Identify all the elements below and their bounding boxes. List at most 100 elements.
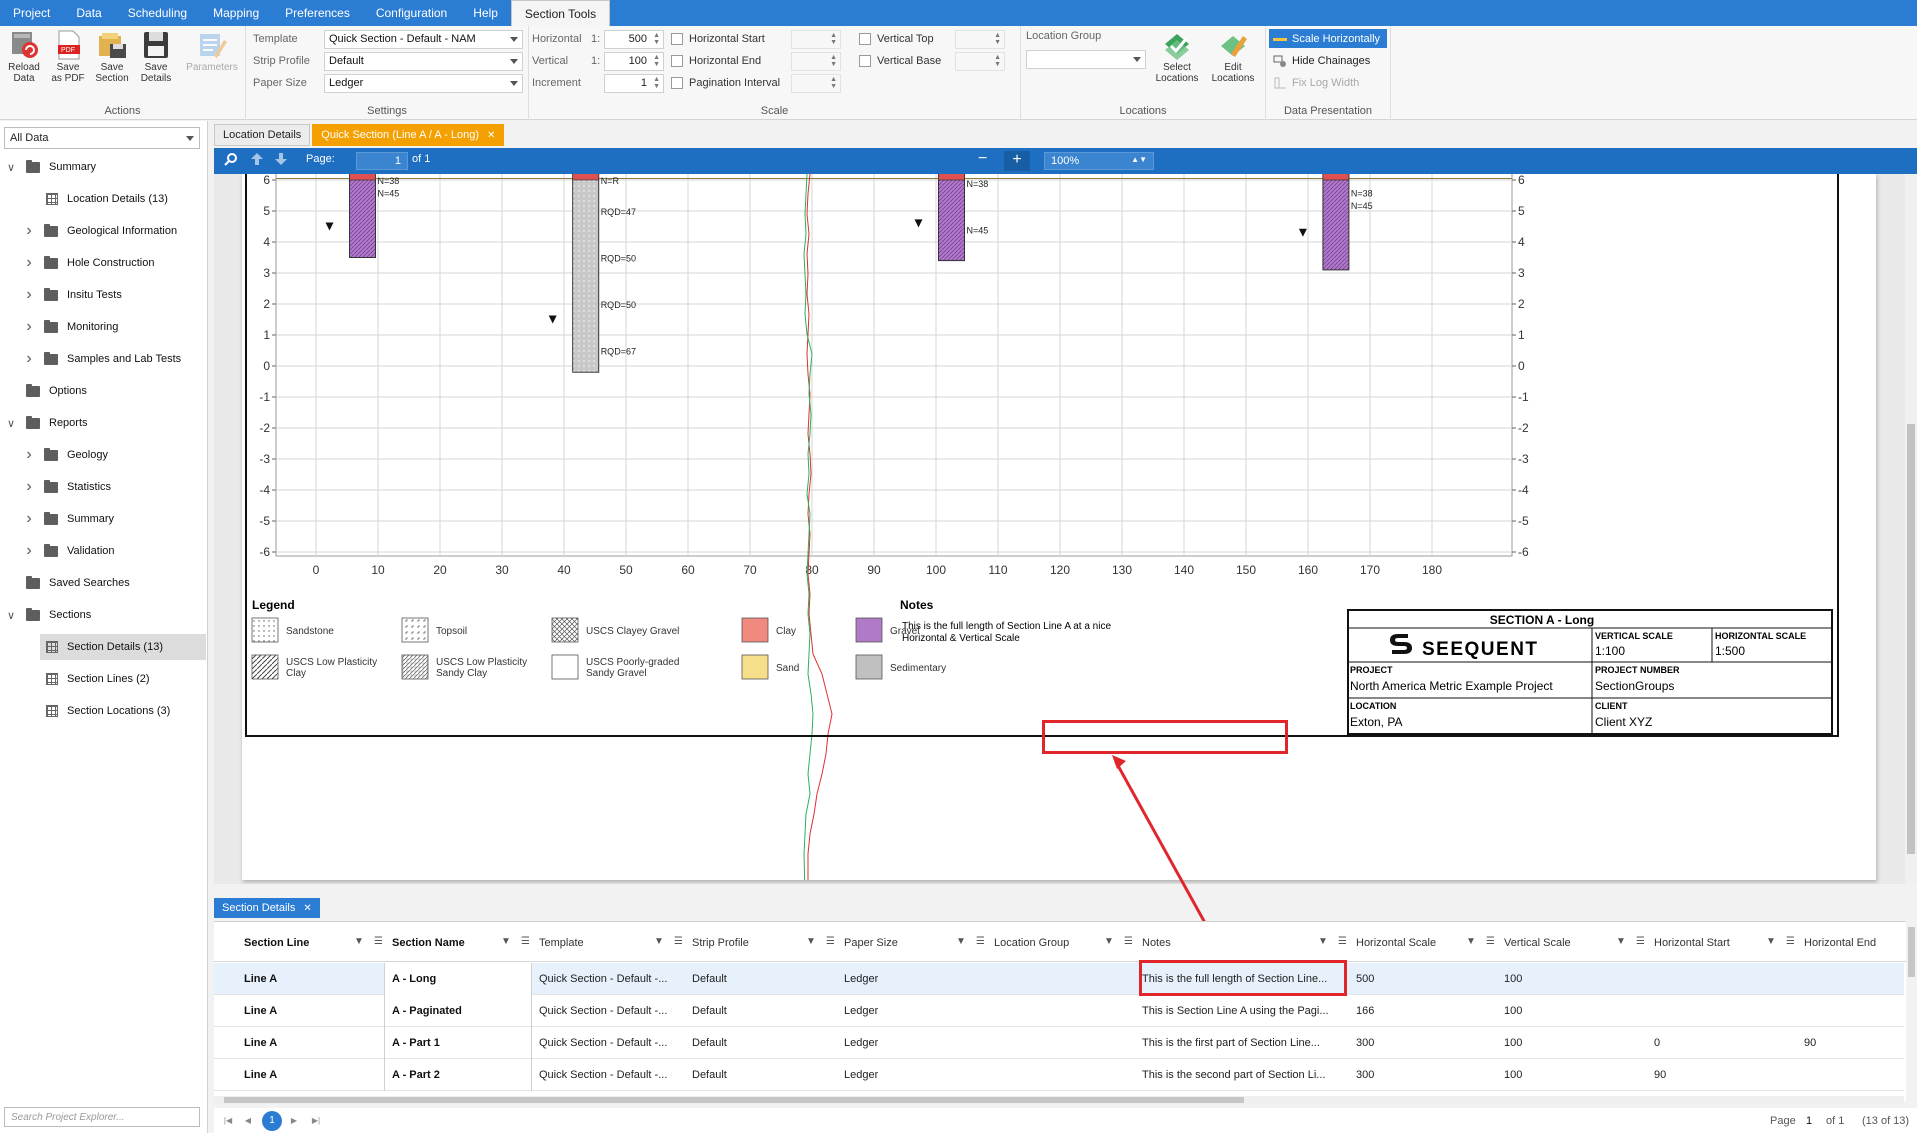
table-row[interactable]: Line A A - Paginated Quick Section - Defau… [214, 995, 1904, 1027]
table-cell[interactable]: A - Paginated [392, 1005, 462, 1017]
tree-item[interactable]: Location Details (13) [40, 186, 206, 212]
chevron-down-icon[interactable]: ∨ [4, 609, 18, 622]
table-cell[interactable]: This is the first part of Section Line..… [1142, 1037, 1320, 1049]
spinner-icon[interactable]: ▲ ▼ [653, 76, 660, 90]
table-cell[interactable]: 90 [1804, 1037, 1816, 1049]
tree-item[interactable]: › Samples and Lab Tests [0, 346, 206, 372]
table-cell[interactable]: Quick Section - Default -... [539, 1005, 667, 1017]
chevron-right-icon[interactable]: › [22, 446, 36, 464]
prev-page-icon[interactable]: ◀ [240, 1113, 256, 1129]
tree-item[interactable]: ∨ Sections [0, 602, 206, 628]
table-cell[interactable]: Ledger [844, 1037, 878, 1049]
column-header[interactable]: Section Line [244, 937, 309, 949]
zoom-out-button[interactable]: − [978, 150, 987, 168]
paper-size-select[interactable]: Ledger [324, 74, 523, 93]
chevron-right-icon[interactable]: › [22, 254, 36, 272]
tab-location-details[interactable]: Location Details [214, 124, 311, 146]
table-cell[interactable]: Line A [244, 973, 277, 985]
table-cell[interactable]: A - Part 2 [392, 1069, 440, 1081]
close-icon[interactable]: ✕ [303, 903, 311, 914]
vertical-scale-input[interactable]: 100 ▲ ▼ [604, 52, 664, 71]
select-locations-button[interactable]: Select Locations [1149, 30, 1205, 84]
horizontal-scale-input[interactable]: 500 ▲ ▼ [604, 30, 664, 49]
pagination-interval-checkbox[interactable]: Pagination Interval [671, 77, 780, 89]
chevron-right-icon[interactable]: › [22, 478, 36, 496]
table-cell[interactable]: Quick Section - Default -... [539, 1069, 667, 1081]
tree-item[interactable]: ∨ Summary [0, 154, 206, 180]
table-cell[interactable]: Default [692, 973, 727, 985]
menu-scheduling[interactable]: Scheduling [115, 0, 200, 26]
last-page-icon[interactable]: ▶| [308, 1113, 324, 1129]
search-project-explorer-input[interactable]: Search Project Explorer... [4, 1107, 200, 1127]
vertical-top-checkbox[interactable]: Vertical Top [859, 33, 934, 45]
arrow-down-icon[interactable] [274, 152, 288, 169]
parameters-button[interactable]: Parameters [182, 30, 242, 73]
table-cell[interactable]: Line A [244, 1037, 277, 1049]
table-cell[interactable]: A - Part 1 [392, 1037, 440, 1049]
table-cell[interactable]: Default [692, 1069, 727, 1081]
menu-project[interactable]: Project [0, 0, 63, 26]
chevron-right-icon[interactable]: › [22, 286, 36, 304]
spinner-icon[interactable]: ▲ ▼ [653, 54, 660, 68]
table-cell[interactable]: Quick Section - Default -... [539, 1037, 667, 1049]
save-details-button[interactable]: Save Details [134, 30, 178, 84]
table-cell[interactable]: Default [692, 1037, 727, 1049]
tree-item[interactable]: › Validation [0, 538, 206, 564]
zoom-select[interactable]: 100% ▲▼ [1044, 152, 1154, 170]
tree-item[interactable]: Section Lines (2) [40, 666, 206, 692]
next-page-icon[interactable]: ▶ [286, 1113, 302, 1129]
filter-sort-icons[interactable]: ▼☰ [654, 936, 693, 947]
chevron-right-icon[interactable]: › [22, 510, 36, 528]
chevron-down-icon[interactable]: ∨ [4, 417, 18, 430]
table-cell[interactable]: A - Long [392, 973, 436, 985]
filter-sort-icons[interactable]: ▼☰ [1104, 936, 1143, 947]
save-as-pdf-button[interactable]: PDF Save as PDF [46, 30, 90, 84]
vertical-base-input[interactable]: ▲ ▼ [955, 52, 1005, 71]
tree-item[interactable]: › Monitoring [0, 314, 206, 340]
hide-chainages-button[interactable]: Hide Chainages [1269, 51, 1374, 70]
table-cell[interactable]: 100 [1504, 1005, 1522, 1017]
menu-mapping[interactable]: Mapping [200, 0, 272, 26]
table-cell[interactable]: 100 [1504, 1037, 1522, 1049]
page-number-input[interactable]: 1 [356, 152, 408, 170]
close-icon[interactable]: ✕ [487, 130, 495, 141]
chevron-right-icon[interactable]: › [22, 350, 36, 368]
table-cell[interactable]: 90 [1654, 1069, 1666, 1081]
horizontal-end-checkbox[interactable]: Horizontal End [671, 55, 761, 67]
filter-sort-icons[interactable]: ▼☰ [1466, 936, 1505, 947]
current-page-button[interactable]: 1 [262, 1111, 282, 1131]
first-page-icon[interactable]: |◀ [220, 1113, 236, 1129]
table-cell[interactable]: Ledger [844, 1069, 878, 1081]
strip-profile-select[interactable]: Default [324, 52, 523, 71]
table-cell[interactable]: 100 [1504, 973, 1522, 985]
tab-quick-section[interactable]: Quick Section (Line A / A - Long) ✕ [312, 124, 505, 146]
horizontal-start-checkbox[interactable]: Horizontal Start [671, 33, 765, 45]
menu-preferences[interactable]: Preferences [272, 0, 363, 26]
chevron-right-icon[interactable]: › [22, 542, 36, 560]
viewer-scrollbar[interactable] [1905, 174, 1917, 884]
filter-sort-icons[interactable]: ▼☰ [1766, 936, 1805, 947]
increment-input[interactable]: 1 ▲ ▼ [604, 74, 664, 93]
table-cell[interactable]: Line A [244, 1069, 277, 1081]
column-header[interactable]: Horizontal End [1804, 937, 1876, 949]
table-row[interactable]: Line A A - Long Quick Section - Default -.… [214, 963, 1904, 995]
menu-data[interactable]: Data [63, 0, 114, 26]
data-filter-select[interactable]: All Data [4, 127, 200, 149]
tree-item[interactable]: ∨ Reports [0, 410, 206, 436]
tree-item[interactable]: › Statistics [0, 474, 206, 500]
search-icon[interactable] [224, 152, 238, 169]
table-row[interactable]: Line A A - Part 2 Quick Section - Default … [214, 1059, 1904, 1091]
tree-item[interactable]: › Geology [0, 442, 206, 468]
tree-item[interactable]: Section Locations (3) [40, 698, 206, 724]
table-cell[interactable]: This is the second part of Section Li... [1142, 1069, 1325, 1081]
table-cell[interactable]: Line A [244, 1005, 277, 1017]
menu-configuration[interactable]: Configuration [363, 0, 460, 26]
chevron-down-icon[interactable]: ∨ [4, 161, 18, 174]
filter-sort-icons[interactable]: ▼☰ [501, 936, 540, 947]
borehole-log[interactable] [1322, 174, 1350, 271]
save-section-button[interactable]: Save Section [90, 30, 134, 84]
tree-item[interactable]: Options [0, 378, 206, 404]
reload-data-button[interactable]: Reload Data [2, 30, 46, 84]
table-cell[interactable]: 0 [1654, 1037, 1660, 1049]
table-cell[interactable]: Default [692, 1005, 727, 1017]
